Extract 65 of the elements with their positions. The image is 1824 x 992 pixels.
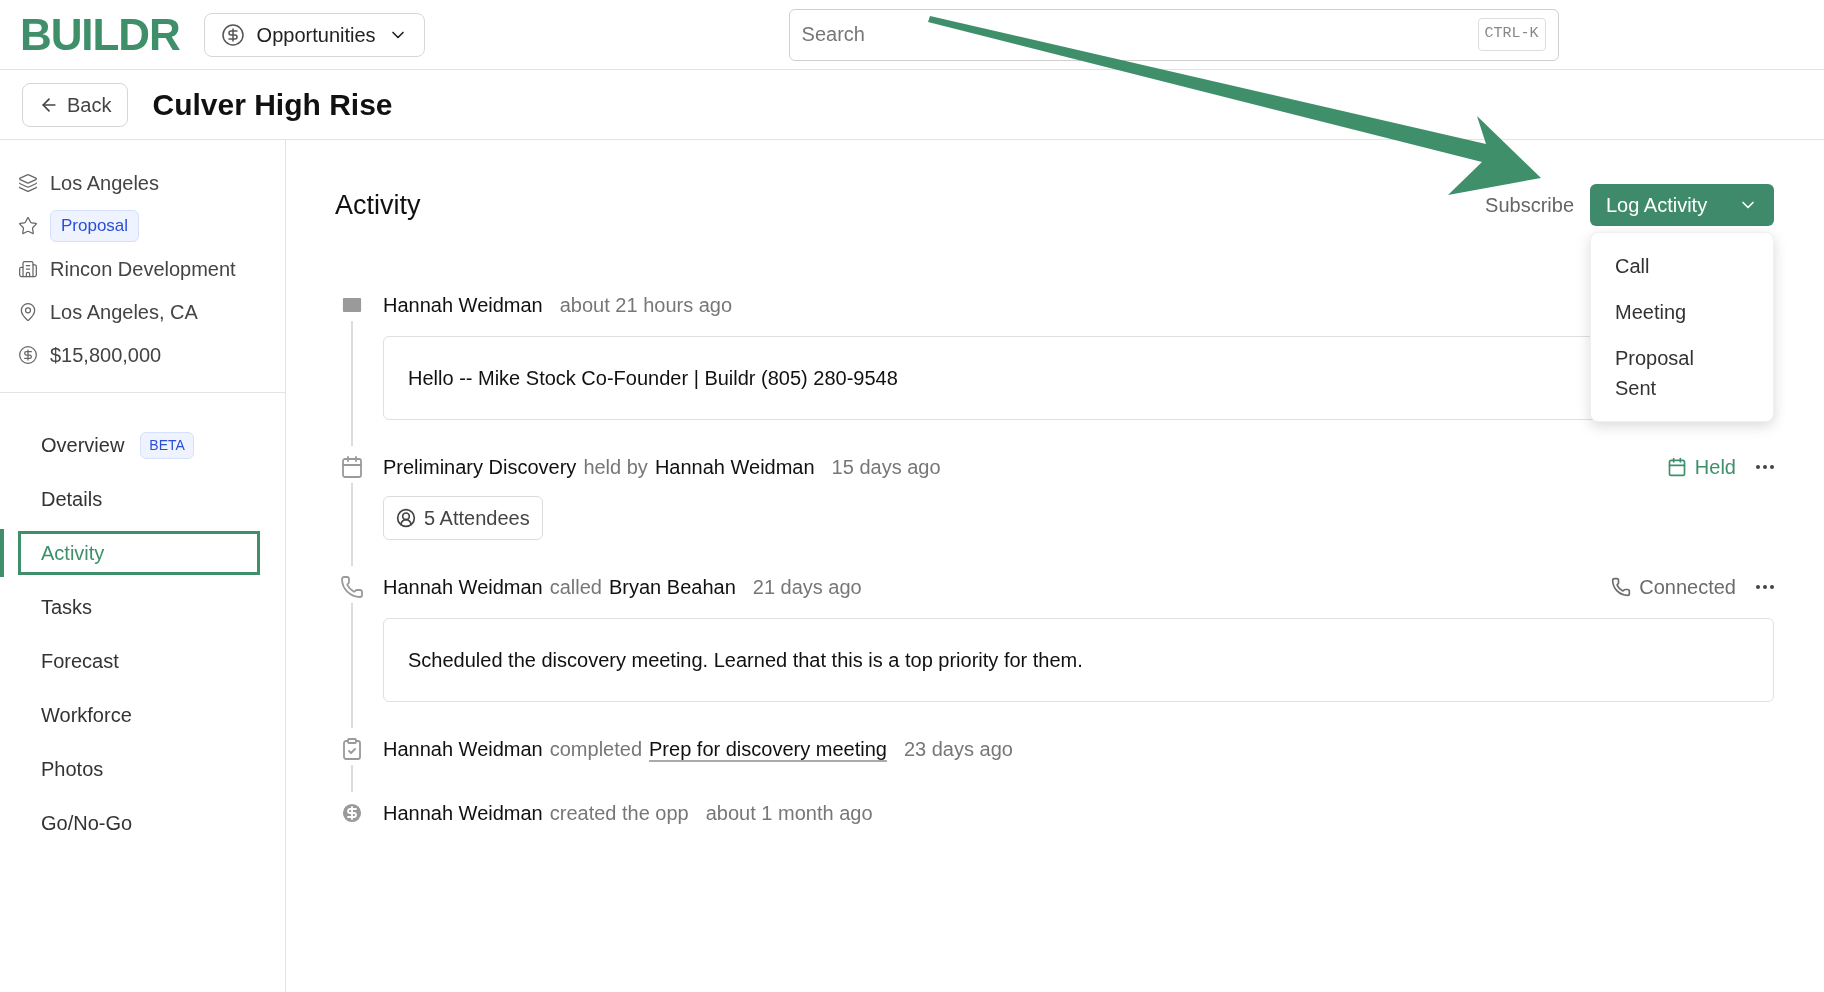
dollar-icon [340,801,364,825]
page-title: Culver High Rise [152,87,393,123]
section-title: Activity [335,188,421,222]
back-button[interactable]: Back [22,82,129,127]
nav-item[interactable]: Details [18,477,260,521]
subscribe-button[interactable]: Subscribe [1485,190,1574,220]
dollar-icon [18,345,38,365]
timestamp: about 21 hours ago [559,293,733,318]
nav-item[interactable]: Photos [18,747,260,791]
log-activity-button[interactable]: Log Activity [1590,184,1774,226]
menu-item[interactable]: Call [1591,243,1731,289]
user-icon [396,508,416,528]
timestamp: 15 days ago [831,455,941,480]
menu-item[interactable]: Proposal Sent [1591,335,1731,411]
dollar-icon [220,22,245,47]
fact-text: Los Angeles, CA [50,300,198,325]
status-label: Connected [1611,572,1736,602]
more-icon [1756,465,1774,469]
more-icon [1756,585,1774,589]
timestamp: about 1 month ago [705,801,873,826]
activity-text: Hannah Weidman [383,293,543,318]
timestamp: 23 days ago [903,737,1013,762]
activity-text: Bryan Beahan [609,575,736,600]
nav-item[interactable]: Activity [18,531,260,575]
clipboard-check-icon [340,737,364,761]
module-dropdown[interactable]: Opportunities [203,12,425,57]
building-icon [18,259,38,279]
activity-text: Preliminary Discovery [383,455,577,480]
phone-icon [1611,577,1632,597]
activity-text: created the opp [549,801,689,826]
activity-text: Hannah Weidman [654,455,815,480]
stage-tag: Proposal [50,210,140,242]
app-logo: BUILDR [20,8,180,61]
nav-item[interactable]: Go/No-Go [18,801,260,845]
fact-text: Los Angeles [50,171,159,196]
timestamp: 21 days ago [752,575,862,600]
fact-text: $15,800,000 [50,343,162,368]
layers-icon [18,173,38,193]
phone-icon [340,575,364,599]
calendar-icon [1666,457,1687,477]
menu-item[interactable]: Meeting [1591,289,1731,335]
activity-text: Hannah Weidman [383,737,543,762]
star-icon [18,216,38,236]
calendar-icon [340,455,364,479]
fact-text: Rincon Development [50,257,236,282]
activity-note: Scheduled the discovery meeting. Learned that this is a top priority for them. [383,618,1774,702]
activity-text: called [549,575,602,600]
activity-text: Hannah Weidman [383,575,543,600]
task-link[interactable]: Prep for discovery meeting [649,734,887,764]
status-label: Held [1666,452,1736,482]
activity-text: Hannah Weidman [383,801,543,826]
activity-text: completed [549,737,642,762]
beta-tag: BETA [140,431,194,459]
nav-item[interactable]: Tasks [18,585,260,629]
nav-item[interactable]: Overview BETA [18,423,260,467]
activity-text: held by [583,455,648,480]
search-box[interactable]: Search CTRL-K [788,8,1559,61]
nav-item[interactable]: Forecast [18,639,260,683]
nav-item[interactable]: Workforce [18,693,260,737]
search-field[interactable]: Search [789,9,1478,60]
more-button[interactable] [1756,465,1774,469]
shortcut-hint: CTRL-K [1477,18,1546,51]
map-pin-icon [18,302,38,322]
attendees-button[interactable]: 5 Attendees [383,496,543,540]
more-button[interactable] [1756,585,1774,589]
